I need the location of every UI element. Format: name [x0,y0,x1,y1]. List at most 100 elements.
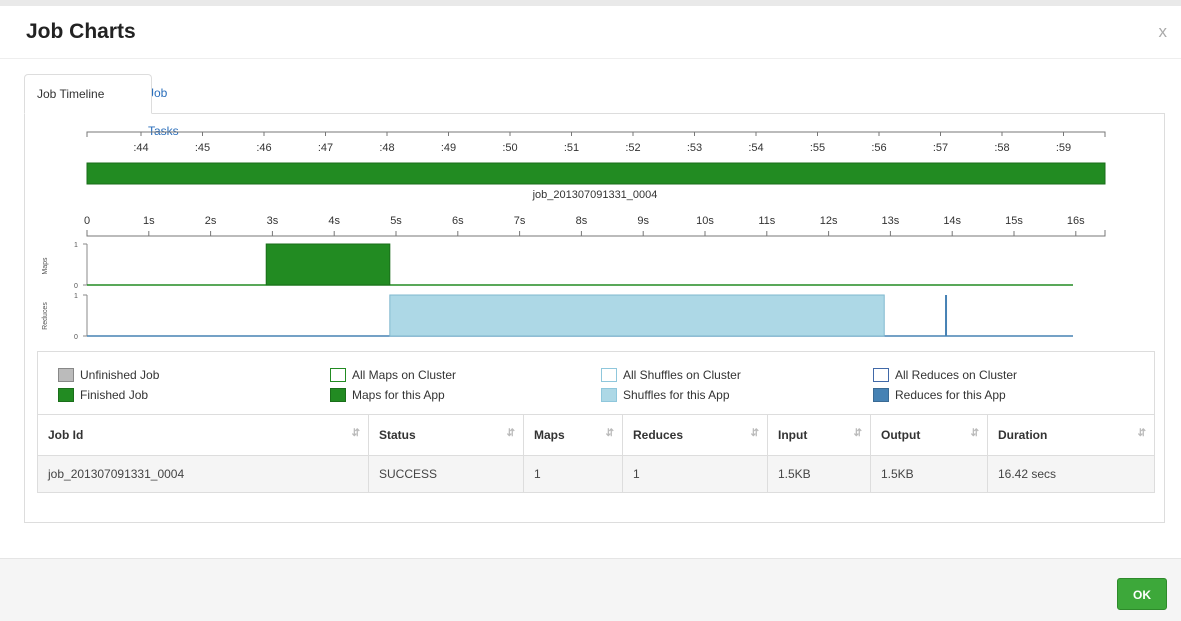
all-maps-swatch [330,368,346,382]
cell-job-id: job_201307091331_0004 [37,455,369,493]
sort-icon[interactable]: ⇵ [971,428,979,439]
col-header-label: Status [379,428,416,442]
legend-label: Maps for this App [352,388,445,402]
legend-item-shuffles-app: Shuffles for this App [601,387,730,403]
legend-label: All Shuffles on Cluster [623,368,741,382]
clock-tick-label: :47 [318,142,333,154]
clock-tick-label: :48 [379,142,394,154]
elapsed-tick-label: 0 [84,215,90,227]
elapsed-tick-label: 11s [758,215,775,227]
cell-input: 1.5KB [767,455,871,493]
clock-tick-label: :53 [687,142,702,154]
legend: Unfinished Job Finished Job All Maps on … [37,351,1155,415]
elapsed-tick-label: 1s [143,215,155,227]
legend-item-reduces-app: Reduces for this App [873,387,1006,403]
elapsed-tick-label: 15s [1005,215,1023,227]
clock-tick-label: :45 [195,142,210,154]
col-header-input[interactable]: Input ⇵ [767,415,871,456]
maps-track-label: Maps [42,257,49,275]
legend-label: Shuffles for this App [623,388,730,402]
col-header-duration[interactable]: Duration ⇵ [987,415,1155,456]
elapsed-tick-label: 14s [943,215,961,227]
legend-item-finished-job: Finished Job [58,387,148,403]
clock-tick-label: :49 [441,142,456,154]
elapsed-tick-label: 5s [390,215,402,227]
reduces-y-max: 1 [74,293,78,300]
cell-duration: 16.42 secs [987,455,1155,493]
elapsed-tick-label: 3s [267,215,279,227]
reduces-track-label: Reduces [42,302,49,330]
col-header-label: Duration [998,428,1048,442]
legend-item-maps-app: Maps for this App [330,387,445,403]
elapsed-tick-label: 8s [576,215,588,227]
sort-icon[interactable]: ⇵ [507,428,515,439]
col-header-status[interactable]: Status ⇵ [368,415,524,456]
legend-item-all-maps: All Maps on Cluster [330,367,456,383]
finished-job-swatch [58,388,74,402]
sort-icon[interactable]: ⇵ [606,428,614,439]
all-reduces-swatch [873,368,889,382]
clock-tick-label: :58 [994,142,1009,154]
elapsed-tick-label: 16s [1067,215,1085,227]
job-timeline-chart: :44 :45 :46 :47 :48 :49 :50 :51 :52 :53 :54 :55 :56:… [42,131,1106,341]
legend-label: Finished Job [80,388,149,402]
cell-status: SUCCESS [368,455,524,493]
cell-maps: 1 [523,455,623,493]
legend-item-all-shuffles: All Shuffles on Cluster [601,367,741,383]
sort-icon[interactable]: ⇵ [751,428,759,439]
col-header-label: Job Id [48,428,84,442]
shuffles-app-swatch [601,388,617,402]
reduces-y-min: 0 [74,334,78,341]
tab-job-timeline[interactable]: Job Timeline [24,74,152,114]
elapsed-tick-label: 9s [637,215,649,227]
col-header-reduces[interactable]: Reduces ⇵ [622,415,768,456]
jobs-table: Job Id ⇵ Status ⇵ Maps ⇵ Reduces ⇵ Input ⇵ Ou… [37,415,1155,493]
col-header-output[interactable]: Output ⇵ [870,415,988,456]
job-bar[interactable] [86,162,1106,185]
clock-tick-label: :44 [133,142,148,154]
maps-y-max: 1 [74,242,78,249]
ok-button[interactable]: OK [1117,578,1167,610]
clock-tick-label: :59 [1056,142,1071,154]
legend-label: Reduces for this App [895,388,1006,402]
cell-output: 1.5KB [870,455,988,493]
table-header-row: Job Id ⇵ Status ⇵ Maps ⇵ Reduces ⇵ Input ⇵ Ou… [37,415,1155,456]
clock-tick-label: :51 [564,142,579,154]
legend-label: All Maps on Cluster [352,368,457,382]
legend-label: Unfinished Job [80,368,160,382]
sort-icon[interactable]: ⇵ [854,428,862,439]
cell-reduces: 1 [622,455,768,493]
legend-item-unfinished-job: Unfinished Job [58,367,159,383]
col-header-label: Output [881,428,921,442]
clock-tick-label: :46 [256,142,271,154]
col-header-label: Maps [534,428,565,442]
elapsed-tick-label: 12s [820,215,838,227]
elapsed-tick-label: 4s [328,215,340,227]
legend-label: All Reduces on Cluster [895,368,1018,382]
unfinished-job-swatch [58,368,74,382]
clock-tick-label: :55 [810,142,825,154]
all-shuffles-swatch [601,368,617,382]
col-header-label: Reduces [633,428,684,442]
elapsed-tick-label: 7s [514,215,526,227]
shuffle-block[interactable] [389,294,885,337]
col-header-job-id[interactable]: Job Id ⇵ [37,415,369,456]
elapsed-tick-label: 13s [882,215,900,227]
sort-icon[interactable]: ⇵ [352,428,360,439]
clock-tick-label: :57 [933,142,948,154]
col-header-maps[interactable]: Maps ⇵ [523,415,623,456]
clock-tick-label: :54 [748,142,763,154]
clock-axis-line [86,131,1106,137]
maps-block[interactable] [265,243,391,286]
sort-icon[interactable]: ⇵ [1138,428,1146,439]
reduces-app-swatch [873,388,889,402]
job-bar-label: job_201307091331_0004 [532,189,658,201]
table-row[interactable]: job_201307091331_0004 SUCCESS 1 1 1.5KB … [37,455,1155,493]
elapsed-tick-label: 6s [452,215,464,227]
maps-y-min: 0 [74,283,78,290]
clock-tick-label: :56 [871,142,886,154]
modal-footer: OK [0,558,1181,621]
elapsed-tick-label: 10s [696,215,714,227]
clock-tick-label: :50 [502,142,517,154]
clock-tick-label: :52 [625,142,640,154]
